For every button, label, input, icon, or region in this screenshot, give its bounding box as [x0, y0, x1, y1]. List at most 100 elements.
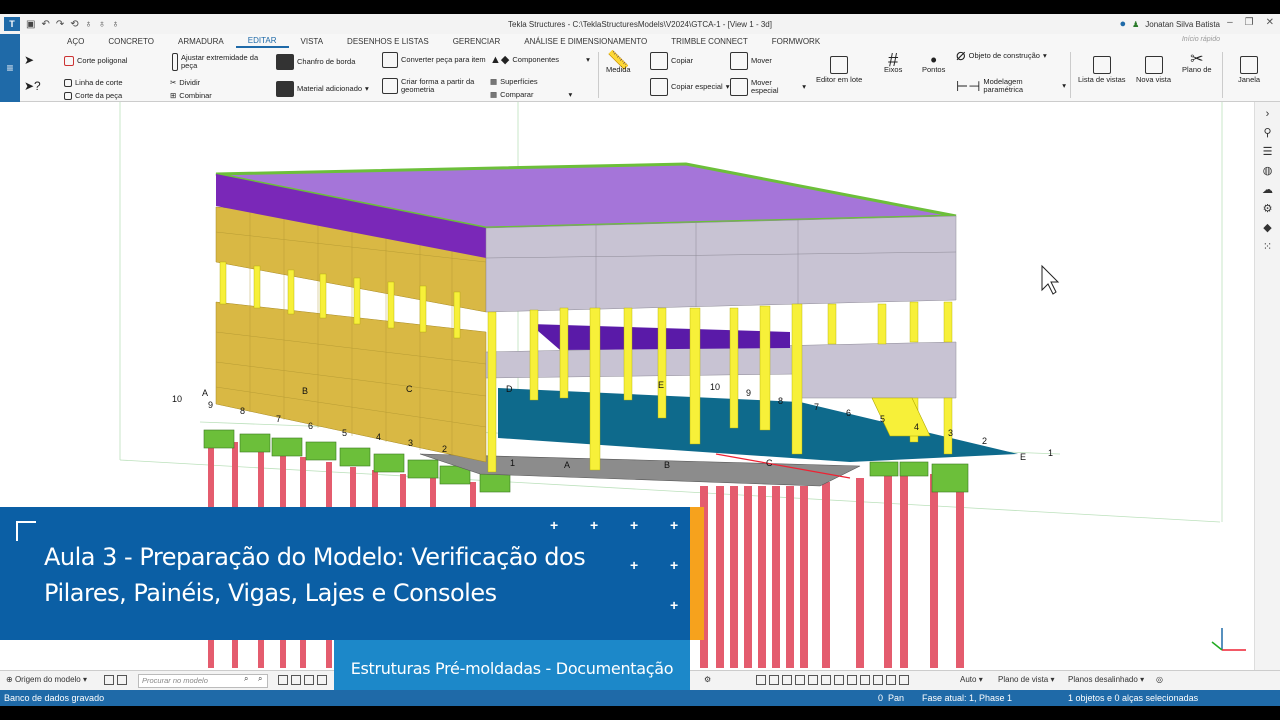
dropdown-arrow-icon: ▾	[1042, 51, 1047, 60]
lower-beam-block	[485, 341, 957, 399]
gear-icon[interactable]: ⚙	[1263, 202, 1273, 215]
cube-icon[interactable]: ◆	[1263, 221, 1271, 234]
user-icon: ♟	[1132, 19, 1140, 29]
tab-formwork[interactable]: FORMWORK	[760, 37, 832, 46]
planos-desalinhado-dropdown[interactable]: Planos desalinhado ▾	[1068, 675, 1144, 684]
user-area[interactable]: ● ♟ Jonatan Silva Batista	[1119, 18, 1220, 30]
origin-button-icon	[104, 675, 114, 685]
editor-lote-button[interactable]: Editor em lote	[816, 56, 862, 84]
apps-icon[interactable]: ⁙	[1263, 240, 1272, 253]
redo-icon[interactable]: ↷	[56, 19, 64, 30]
plano-vista-dropdown[interactable]: Plano de vista ▾	[998, 675, 1055, 684]
tab-armadura[interactable]: ARMADURA	[166, 37, 236, 46]
right-side-panel: › ⚲ ☰ ◍ ☁ ⚙ ◆ ⁙	[1254, 102, 1280, 670]
origin-buttons[interactable]	[104, 675, 130, 685]
mover-button[interactable]: Mover	[730, 52, 772, 70]
restore-icon[interactable]: ❐	[1245, 17, 1254, 28]
search-model-input[interactable]: Procurar no modelo	[138, 674, 268, 688]
criar-forma-button[interactable]: Criar forma a partir da geometria	[382, 78, 490, 94]
chanfro-label: Chanfro de borda	[297, 57, 356, 66]
converter-button[interactable]: Converter peça para item	[382, 52, 490, 68]
sync-icon[interactable]: ♁	[112, 19, 120, 30]
smart-select-tool[interactable]: ➤?	[24, 80, 41, 92]
plano-de-button[interactable]: ✂ Plano de	[1182, 51, 1212, 74]
superficies-label: Superfícies	[500, 77, 538, 86]
selection-switches[interactable]	[278, 675, 330, 685]
pan-value: 0	[878, 693, 884, 703]
snap-line-icon	[821, 675, 831, 685]
medida-button[interactable]: 📏 Medida	[606, 51, 631, 74]
tab-analise[interactable]: ANÁLISE E DIMENSIONAMENTO	[512, 37, 659, 46]
nova-vista-button[interactable]: Nova vista	[1136, 56, 1171, 84]
tab-editar[interactable]: EDITAR	[235, 34, 289, 48]
select-tool[interactable]: ➤	[24, 54, 34, 66]
copiar-button[interactable]: Copiar	[650, 52, 693, 70]
objeto-construcao-button[interactable]: ⌀ Objeto de construção ▾	[956, 48, 1066, 64]
find-icon[interactable]: ⌕	[258, 674, 262, 684]
janela-button[interactable]: Janela	[1238, 56, 1260, 84]
plane-icon: ✂	[1190, 51, 1204, 68]
tab-aco[interactable]: AÇO	[55, 37, 96, 46]
lista-vistas-button[interactable]: Lista de vistas	[1078, 56, 1126, 84]
corte-da-peca-button[interactable]: Corte da peça	[64, 92, 122, 100]
origem-label: Origem do modelo	[14, 675, 81, 684]
help-icon[interactable]: ●	[1119, 18, 1126, 30]
ajustar-button[interactable]: Ajustar extremidade da peça	[172, 53, 276, 71]
minimize-icon[interactable]: –	[1227, 17, 1233, 28]
superficies-button[interactable]: ▦ Superfícies	[490, 78, 538, 86]
undo-icon[interactable]: ↶	[41, 19, 49, 30]
layers-icon[interactable]: ☰	[1263, 145, 1273, 158]
collapse-arrow-icon[interactable]: ›	[1266, 108, 1270, 120]
corte-poligonal-button[interactable]: Corte poligonal	[64, 56, 127, 66]
snap-toolbar[interactable]	[756, 675, 912, 685]
quick-search-input[interactable]: Início rápido	[1182, 36, 1220, 43]
objeto-construcao-label: Objeto de construção	[968, 51, 1040, 60]
corner-bracket-icon	[16, 521, 36, 541]
eixos-button[interactable]: # Eixos	[884, 51, 902, 74]
window-controls: – ❐ ✕	[1227, 17, 1274, 28]
linha-de-corte-button[interactable]: Linha de corte	[64, 79, 123, 87]
grid-number-5-left: 5	[342, 428, 347, 438]
pan-mode: Pan	[888, 693, 905, 703]
auto-dropdown[interactable]: Auto ▾	[960, 675, 983, 684]
snap-switches[interactable]: ⚙	[704, 675, 711, 684]
tab-trimble[interactable]: TRIMBLE CONNECT	[659, 37, 759, 46]
selection-count: 1 objetos e 0 alças selecionadas	[1068, 693, 1199, 703]
search-icon[interactable]: ⌕	[244, 674, 248, 684]
copiar-especial-button[interactable]: Copiar especial ▾	[650, 78, 730, 96]
material-adicionado-button[interactable]: Material adicionado ▾	[276, 81, 369, 97]
comparar-button[interactable]: ▦ Comparar ▾	[490, 91, 572, 99]
grid-letter-a: A	[202, 388, 208, 398]
globe-icon[interactable]: ◍	[1263, 164, 1273, 177]
janela-label: Janela	[1238, 75, 1261, 84]
mover-especial-button[interactable]: Mover especial ▾	[730, 78, 806, 96]
tab-concreto[interactable]: CONCRETO	[96, 37, 166, 46]
componentes-button[interactable]: ▲◆ Componentes ▾	[490, 55, 590, 66]
plus-decoration-icon: +	[670, 517, 679, 533]
status-bar: Banco de dados gravado 0 Pan Fase atual:…	[0, 690, 1280, 706]
chanfro-button[interactable]: Chanfro de borda	[276, 54, 355, 70]
cloud-icon[interactable]: ☁	[1262, 183, 1273, 196]
eye-icon[interactable]: ◎	[1156, 675, 1163, 684]
history-icon[interactable]: ⟲	[70, 19, 78, 30]
lesson-title: Aula 3 - Preparação do Modelo: Verificaç…	[44, 543, 586, 607]
combinar-button[interactable]: ⊞ Combinar	[170, 92, 212, 100]
dividir-button[interactable]: ✂ Dividir	[170, 79, 200, 87]
mouse-cursor-icon	[1041, 264, 1060, 295]
move-icon	[730, 52, 748, 70]
tab-vista[interactable]: VISTA	[289, 37, 336, 46]
connect-icon[interactable]: ♁	[85, 19, 93, 30]
close-icon[interactable]: ✕	[1266, 17, 1274, 28]
modelagem-parametrica-button[interactable]: ⊢⊣ Modelagem paramétrica ▾	[956, 78, 1066, 94]
pontos-button[interactable]: • Pontos	[922, 51, 945, 74]
properties-icon[interactable]: ⚲	[1263, 126, 1271, 139]
tab-desenhos[interactable]: DESENHOS E LISTAS	[335, 37, 441, 46]
origem-modelo-dropdown[interactable]: ⊕ Origem do modelo ▾	[6, 675, 87, 684]
share-icon[interactable]: ♁	[98, 19, 106, 30]
grid-letter-c: C	[406, 384, 413, 394]
save-icon[interactable]: ▣	[26, 19, 35, 30]
grid-letter-b2: B	[664, 460, 670, 470]
tab-gerenciar[interactable]: GERENCIAR	[441, 37, 513, 46]
snap-settings-icon: ⚙	[704, 675, 712, 684]
side-menu-button[interactable]: ≡	[0, 34, 20, 102]
